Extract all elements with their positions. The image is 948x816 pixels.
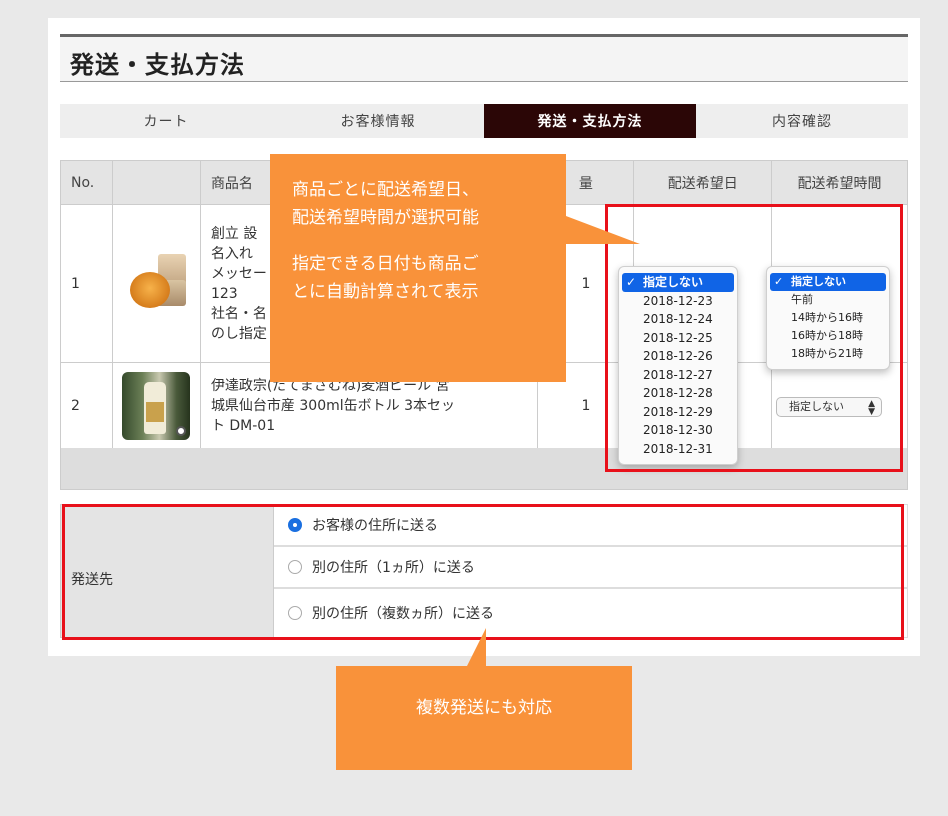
step-shipping-payment[interactable]: 発送・支払方法: [484, 104, 696, 138]
step-confirm[interactable]: 内容確認: [696, 104, 908, 138]
step-customer-info[interactable]: お客様情報: [272, 104, 484, 138]
product-image[interactable]: [122, 371, 191, 440]
callout-delivery-options: 商品ごとに配送希望日、 配送希望時間が選択可能 指定できる日付も商品ご とに自動…: [270, 154, 566, 382]
callout-multiple-shipping: 複数発送にも対応: [336, 666, 632, 770]
step-cart[interactable]: カート: [60, 104, 272, 138]
page-title-bar: 発送・支払方法: [60, 34, 908, 82]
product-name-line: 城県仙台市産 300ml缶ボトル 3本セッ: [210, 397, 455, 414]
col-header-no: No.: [60, 160, 113, 205]
callout-pointer: [466, 628, 486, 668]
highlight-box-delivery: [605, 204, 903, 472]
row-number: 2: [60, 362, 113, 449]
row-number: 1: [60, 204, 113, 363]
checkout-steps: カート お客様情報 発送・支払方法 内容確認: [60, 104, 908, 138]
page-title: 発送・支払方法: [70, 51, 245, 79]
product-image-cell: [111, 362, 201, 449]
product-image[interactable]: [122, 249, 191, 318]
col-header-delivery-date: 配送希望日: [633, 160, 773, 205]
zoom-icon[interactable]: [176, 425, 187, 436]
col-header-delivery-time: 配送希望時間: [771, 160, 908, 205]
callout-pointer: [566, 216, 640, 244]
product-name-line: ト DM-01: [210, 417, 276, 434]
col-header-image: [111, 160, 201, 205]
highlight-box-shipping: [62, 504, 904, 640]
product-image-cell: [111, 204, 201, 363]
